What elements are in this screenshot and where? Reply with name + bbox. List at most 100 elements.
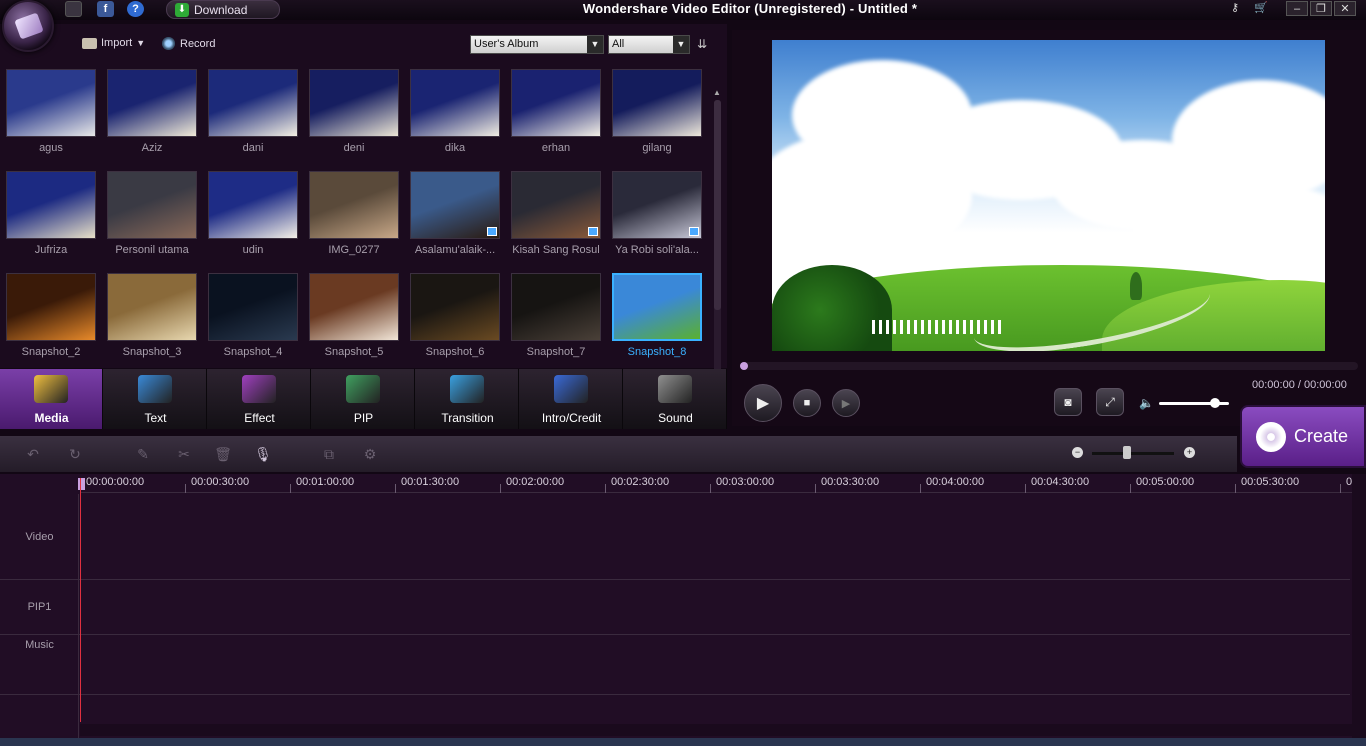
track-pip1[interactable] [0,580,1350,635]
zoom-knob[interactable] [1123,446,1131,459]
settings-icon[interactable]: ⚙ [361,446,379,462]
tab-label: Effect [244,411,275,425]
media-thumbnail-label: Snapshot_5 [324,346,384,358]
next-frame-button[interactable]: ▶ [832,389,860,417]
media-thumbnail-label: Snapshot_7 [526,346,586,358]
chevron-down-icon: ▼ [136,38,146,48]
record-icon [162,37,175,50]
text-a-icon [138,375,172,403]
media-thumbnail[interactable] [208,273,298,341]
tab-text[interactable]: Text [104,369,207,429]
zoom-out-button[interactable]: − [1072,447,1083,458]
scroll-up-icon[interactable]: ▲ [713,88,721,97]
media-thumbnail-label: Asalamu'alaik-... [414,244,496,256]
help-icon[interactable]: ? [127,1,144,17]
media-thumbnail[interactable] [612,171,702,239]
media-thumbnail[interactable] [410,273,500,341]
ruler-tick [920,484,921,493]
track-video[interactable] [0,494,1350,580]
playhead[interactable] [80,478,81,722]
media-thumbnail[interactable] [309,273,399,341]
app-logo[interactable] [2,0,54,52]
tab-transition[interactable]: Transition [416,369,519,429]
facebook-icon[interactable]: f [97,1,114,17]
tab-pip[interactable]: PIP [312,369,415,429]
media-thumbnail[interactable] [410,69,500,137]
media-thumbnail-label: erhan [541,142,571,154]
media-thumbnail[interactable] [612,69,702,137]
media-thumbnail[interactable] [511,273,601,341]
media-thumbnail[interactable] [6,171,96,239]
seek-bar[interactable] [740,362,1358,370]
media-thumbnail[interactable] [208,171,298,239]
minimize-button[interactable]: – [1286,1,1308,16]
key-icon[interactable]: ⚷ [1224,1,1246,16]
download-button[interactable]: ⬇ Download [166,0,280,19]
filter-select[interactable]: All ▼ [608,35,690,54]
delete-icon[interactable]: 🗑 [214,446,232,462]
cut-icon[interactable]: ✂ [175,446,193,462]
sort-icon[interactable]: ⇊ [697,37,712,52]
media-thumbnail[interactable] [107,69,197,137]
seek-knob[interactable] [740,362,748,370]
media-thumbnail[interactable] [511,69,601,137]
track-music[interactable] [0,635,1350,695]
timeline: 00:00:00:00 00:00:30:00 00:01:00:00 00:01:3… [0,474,1366,740]
media-thumbnail[interactable] [6,69,96,137]
timeline-horizontal-scrollbar[interactable] [80,724,1352,736]
tab-label: PIP [353,411,374,425]
volume-icon[interactable]: 🔈 [1139,396,1154,410]
media-thumbnail-label: Personil utama [115,244,189,256]
redo-icon[interactable]: ↻ [66,446,84,462]
zoom-in-button[interactable]: + [1184,447,1195,458]
media-thumbnail[interactable] [309,69,399,137]
media-thumbnail-label: Snapshot_4 [223,346,283,358]
media-thumbnail[interactable] [208,69,298,137]
media-thumbnail[interactable] [511,171,601,239]
next-frame-icon: ▶ [841,397,851,410]
crop-icon[interactable]: ⧉ [320,446,338,462]
fullscreen-button[interactable]: ⤢ [1096,388,1124,416]
time-ruler[interactable]: 00:00:00:00 00:00:30:00 00:01:00:00 00:01:3… [80,474,1358,493]
undo-icon[interactable]: ↶ [24,446,42,462]
ruler-tick [1130,484,1131,493]
ruler-tick [605,484,606,493]
zoom-slider[interactable] [1092,452,1174,455]
create-label: Create [1294,426,1349,446]
scrollbar-thumb[interactable] [714,100,721,310]
tab-media[interactable]: Media [0,369,103,429]
tab-intro-credit[interactable]: Intro/Credit [520,369,623,429]
import-button[interactable]: Import ▼ [82,37,145,49]
media-thumbnail[interactable] [612,273,702,341]
tab-effect[interactable]: Effect [208,369,311,429]
snapshot-button[interactable]: ◙ [1054,388,1082,416]
ruler-tick [815,484,816,493]
album-select[interactable]: User's Album ▼ [470,35,604,54]
media-scrollbar[interactable]: ▲ ▼ [712,88,722,384]
ruler-time-label: 00:02:30:00 [611,476,670,488]
media-thumbnail-label: Snapshot_3 [122,346,182,358]
save-icon[interactable] [65,1,82,17]
media-thumbnail[interactable] [6,273,96,341]
maximize-button[interactable]: ❐ [1310,1,1332,16]
clapperboard-icon [554,375,588,403]
close-button[interactable]: ✕ [1334,1,1356,16]
media-thumbnail[interactable] [410,171,500,239]
edit-icon[interactable]: ✎ [134,446,152,462]
filter-select-value: All [612,38,625,50]
timeline-vertical-scrollbar[interactable] [1352,474,1366,740]
media-thumbnail[interactable] [107,273,197,341]
cart-icon[interactable]: 🛒 [1250,1,1272,16]
media-thumbnail[interactable] [309,171,399,239]
media-thumbnail[interactable] [107,171,197,239]
window-title: Wondershare Video Editor (Unregistered) … [582,1,918,16]
stop-button[interactable]: ■ [793,389,821,417]
tab-sound[interactable]: Sound [624,369,727,429]
record-button[interactable]: Record [162,37,215,50]
play-button[interactable]: ▶ [744,384,782,422]
microphone-icon[interactable]: 🎙 [254,446,272,462]
create-button[interactable]: Create [1240,405,1366,468]
volume-knob[interactable] [1210,398,1220,408]
fullscreen-icon: ⤢ [1105,394,1115,409]
media-thumbnail-label: Kisah Sang Rosul [512,244,600,256]
